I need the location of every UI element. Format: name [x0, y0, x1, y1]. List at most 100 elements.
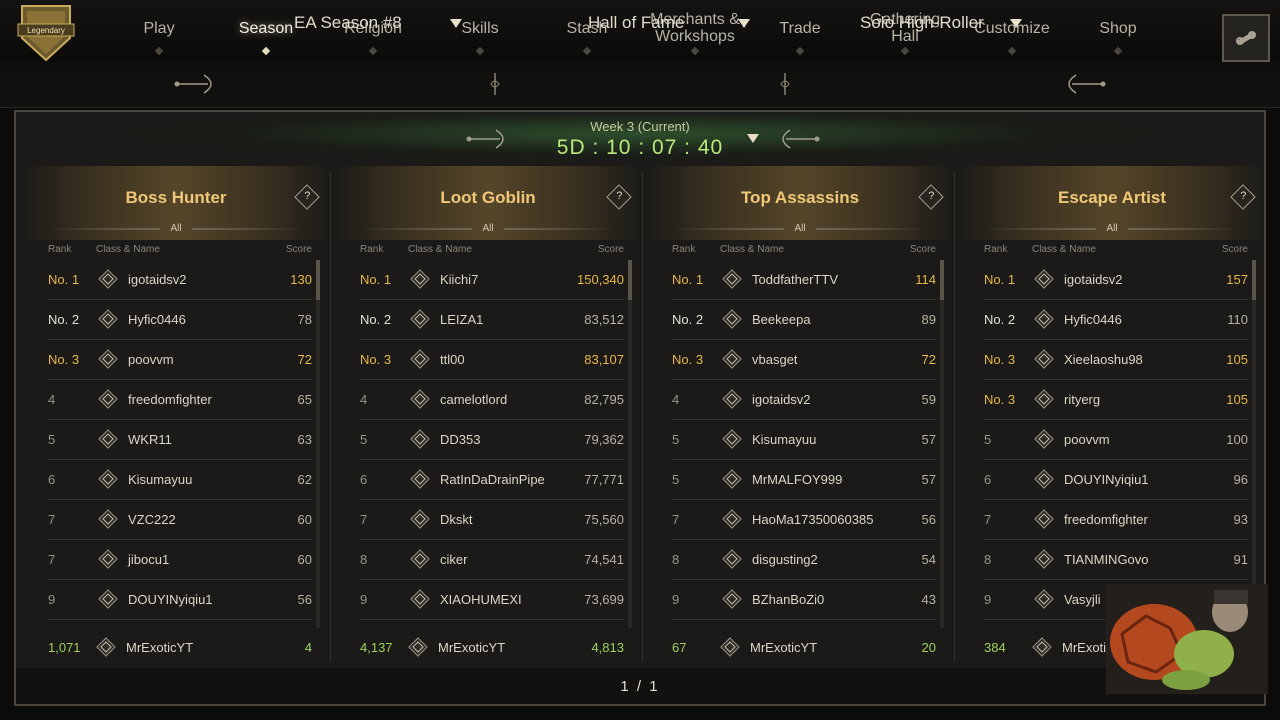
player-name: igotaidsv2 [128, 272, 187, 287]
table-row[interactable]: 5 MrMALFOY999 57 [672, 460, 936, 500]
table-row[interactable]: No. 2 Hyfic0446 110 [984, 300, 1248, 340]
table-row[interactable]: No. 3 Xieelaoshu98 105 [984, 340, 1248, 380]
player-name: Kisumayuu [128, 472, 193, 487]
table-row[interactable]: 7 VZC222 60 [48, 500, 312, 540]
table-row[interactable]: 7 Dkskt 75,560 [360, 500, 624, 540]
player-name: camelotlord [440, 392, 508, 407]
table-row[interactable]: 4 igotaidsv2 59 [672, 380, 936, 420]
table-row[interactable]: No. 1 igotaidsv2 130 [48, 260, 312, 300]
player-name: Kiichi7 [440, 272, 479, 287]
table-row[interactable]: 4 camelotlord 82,795 [360, 380, 624, 420]
player-name: rityerg [1064, 392, 1101, 407]
class-icon [98, 349, 118, 369]
table-row[interactable]: 6 RatInDaDrainPipe 77,771 [360, 460, 624, 500]
score-header: Score [285, 244, 312, 255]
scrollbar-thumb[interactable] [628, 260, 632, 300]
rank-value: No. 2 [48, 312, 80, 327]
player-name: Hyfic0446 [1064, 312, 1122, 327]
player-name: freedomfighter [128, 392, 212, 407]
table-row[interactable]: No. 1 ToddfatherTTV 114 [672, 260, 936, 300]
table-row[interactable]: 7 freedomfighter 93 [984, 500, 1248, 540]
score-value: 105 [1226, 352, 1248, 367]
scrollbar[interactable] [628, 260, 632, 628]
board-dropdown[interactable]: Hall of Fame [588, 10, 768, 36]
scrollbar-thumb[interactable] [316, 260, 320, 300]
score-value: 72 [297, 352, 312, 367]
table-row[interactable]: 4 freedomfighter 65 [48, 380, 312, 420]
table-row[interactable]: 8 ciker 74,541 [360, 540, 624, 580]
scrollbar[interactable] [316, 260, 320, 628]
player-name: BZhanBoZi0 [752, 592, 825, 607]
table-row[interactable]: No. 2 LEIZA1 83,512 [360, 300, 624, 340]
table-row[interactable]: 5 WKR11 63 [48, 420, 312, 460]
rank-value: No. 1 [48, 272, 80, 287]
rank-value: 9 [360, 592, 368, 607]
scrollbar[interactable] [940, 260, 944, 628]
class-filter-all[interactable]: All [164, 221, 188, 237]
rank-value: 7 [984, 512, 992, 527]
webcam-overlay [1106, 584, 1268, 694]
player-name: WKR11 [128, 432, 172, 447]
week-dropdown-chevron-icon[interactable] [747, 134, 759, 143]
table-row[interactable]: 5 poovvm 100 [984, 420, 1248, 460]
table-row[interactable]: No. 3 vbasget 72 [672, 340, 936, 380]
player-name: Xieelaoshu98 [1064, 352, 1143, 367]
table-row[interactable]: No. 3 ttl00 83,107 [360, 340, 624, 380]
table-row[interactable]: 9 BZhanBoZi0 43 [672, 580, 936, 620]
score-header: Score [909, 244, 936, 255]
class-icon [722, 269, 742, 289]
class-filter-all[interactable]: All [476, 221, 500, 237]
class-icon [410, 309, 430, 329]
right-ornament-icon [1068, 74, 1106, 94]
my-rank: 384 [984, 640, 1006, 655]
table-row[interactable]: No. 2 Hyfic0446 78 [48, 300, 312, 340]
class-icon [722, 589, 742, 609]
player-name: Dkskt [440, 512, 473, 527]
rank-header: Rank [672, 244, 696, 255]
class-icon [722, 389, 742, 409]
scrollbar[interactable] [1252, 260, 1256, 628]
table-row[interactable]: 5 DD353 79,362 [360, 420, 624, 460]
table-row[interactable]: 6 DOUYINyiqiu1 96 [984, 460, 1248, 500]
class-filter-all[interactable]: All [1100, 221, 1124, 237]
my-rank: 4,137 [360, 640, 393, 655]
settings-button[interactable] [1222, 14, 1270, 62]
class-icon [722, 349, 742, 369]
nav-tab-label: Season [238, 19, 294, 37]
table-row[interactable]: No. 1 igotaidsv2 157 [984, 260, 1248, 300]
nav-tab-shop[interactable]: Shop [1070, 0, 1166, 56]
mode-dropdown[interactable]: Solo High-Roller [860, 10, 1050, 36]
table-row[interactable]: No. 3 poovvm 72 [48, 340, 312, 380]
scrollbar-thumb[interactable] [940, 260, 944, 300]
scrollbar-thumb[interactable] [1252, 260, 1256, 300]
rank-value: No. 2 [360, 312, 392, 327]
table-row[interactable]: 8 disgusting2 54 [672, 540, 936, 580]
left-ornament-icon [466, 129, 504, 149]
rank-value: 6 [360, 472, 368, 487]
class-filter-all[interactable]: All [788, 221, 812, 237]
table-row[interactable]: 7 HaoMa17350060385 56 [672, 500, 936, 540]
player-name: Hyfic0446 [128, 312, 186, 327]
table-row[interactable]: No. 1 Kiichi7 150,340 [360, 260, 624, 300]
legendary-rank-badge[interactable]: Legendary [16, 2, 76, 64]
nav-tab-play[interactable]: Play [100, 0, 218, 56]
player-name: igotaidsv2 [752, 392, 811, 407]
rank-value: No. 3 [984, 392, 1016, 407]
table-row[interactable]: 7 jibocu1 60 [48, 540, 312, 580]
class-icon [98, 469, 118, 489]
class-icon [98, 389, 118, 409]
player-name: LEIZA1 [440, 312, 484, 327]
table-row[interactable]: 9 XIAOHUMEXI 73,699 [360, 580, 624, 620]
season-dropdown[interactable]: EA Season #8 [294, 10, 474, 36]
table-row[interactable]: 5 Kisumayuu 57 [672, 420, 936, 460]
table-row[interactable]: 9 DOUYINyiqiu1 56 [48, 580, 312, 620]
table-row[interactable]: 6 Kisumayuu 62 [48, 460, 312, 500]
class-icon [410, 509, 430, 529]
player-name: ToddfatherTTV [752, 272, 838, 287]
class-icon [722, 509, 742, 529]
table-row[interactable]: 8 TIANMINGovo 91 [984, 540, 1248, 580]
table-row[interactable]: No. 2 Beekeepa 89 [672, 300, 936, 340]
score-header: Score [597, 244, 624, 255]
nav-diamond-icon [900, 46, 910, 56]
table-row[interactable]: No. 3 rityerg 105 [984, 380, 1248, 420]
